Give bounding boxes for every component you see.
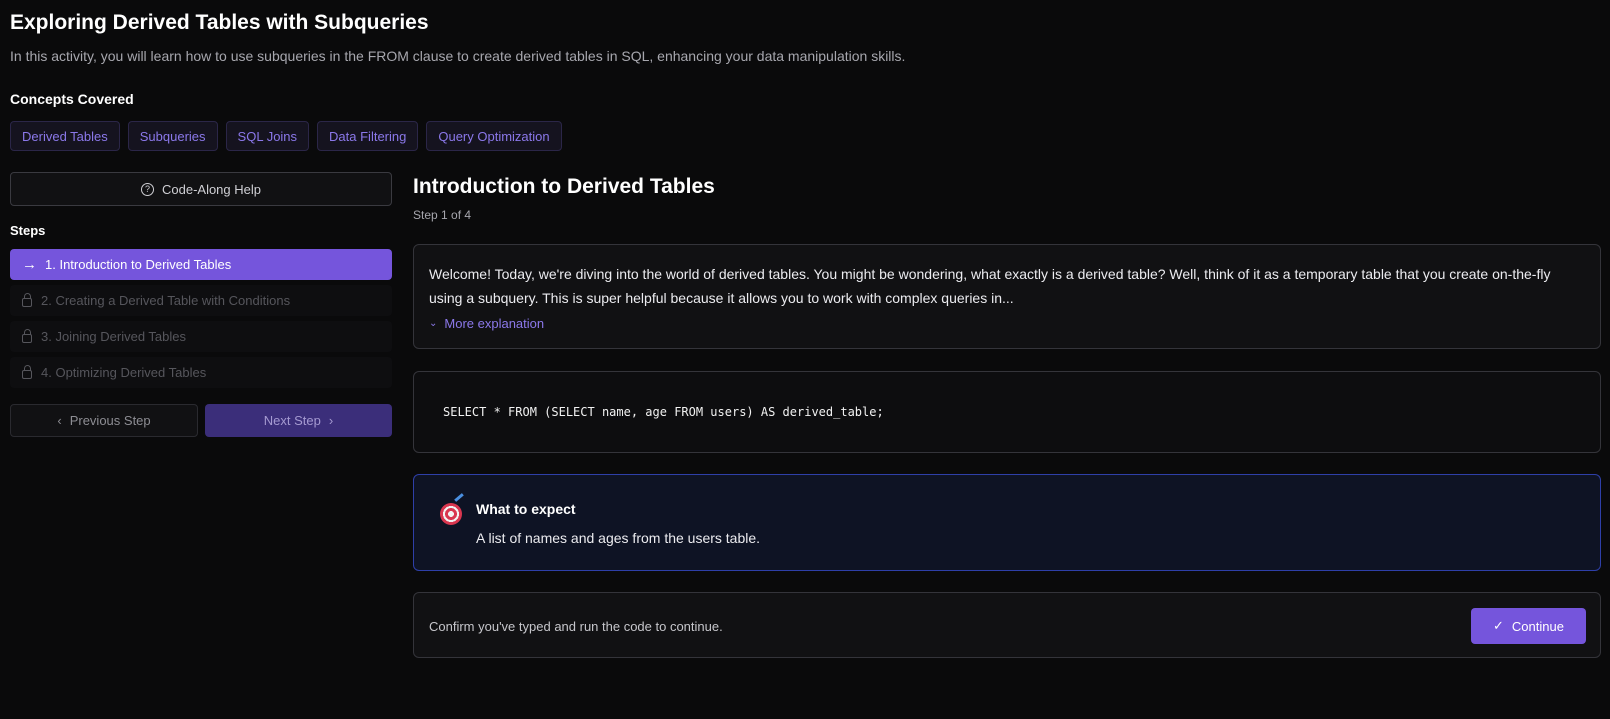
more-explanation-label: More explanation bbox=[444, 316, 545, 331]
expectation-text: A list of names and ages from the users … bbox=[476, 530, 761, 546]
concept-chip[interactable]: SQL Joins bbox=[225, 121, 310, 151]
page-title: Exploring Derived Tables with Subqueries bbox=[10, 11, 429, 34]
help-button-label: Code-Along Help bbox=[161, 181, 261, 197]
concept-chip[interactable]: Data Filtering bbox=[317, 121, 419, 151]
more-explanation-toggle[interactable]: ⌄ More explanation bbox=[429, 316, 1585, 331]
step-item-2: 2. Creating a Derived Table with Conditi… bbox=[10, 285, 392, 316]
chevron-down-icon: ⌄ bbox=[429, 318, 438, 329]
next-step-label: Next Step bbox=[263, 413, 321, 428]
expectation-card: What to expect A list of names and ages … bbox=[413, 474, 1601, 571]
code-along-help-button[interactable]: ? Code-Along Help bbox=[10, 172, 392, 206]
step-label: 1. Introduction to Derived Tables bbox=[45, 257, 232, 272]
step-label: 4. Optimizing Derived Tables bbox=[41, 365, 207, 380]
confirm-card: Confirm you've typed and run the code to… bbox=[413, 592, 1601, 658]
step-label: 2. Creating a Derived Table with Conditi… bbox=[41, 293, 291, 308]
concept-chips: Derived Tables Subqueries SQL Joins Data… bbox=[10, 121, 562, 151]
step-counter: Step 1 of 4 bbox=[413, 208, 472, 222]
step-item-3: 3. Joining Derived Tables bbox=[10, 321, 392, 352]
concept-chip[interactable]: Query Optimization bbox=[426, 121, 562, 151]
expectation-title: What to expect bbox=[476, 501, 576, 517]
concept-chip[interactable]: Subqueries bbox=[127, 121, 218, 151]
arrow-right-icon: → bbox=[22, 256, 37, 273]
previous-step-label: Previous Step bbox=[69, 413, 151, 428]
dart-icon bbox=[454, 493, 464, 502]
continue-button[interactable]: ✓ Continue bbox=[1471, 608, 1586, 644]
step-item-4: 4. Optimizing Derived Tables bbox=[10, 357, 392, 388]
page: Exploring Derived Tables with Subqueries… bbox=[0, 0, 1610, 719]
step-title: Introduction to Derived Tables bbox=[413, 175, 715, 198]
chevron-left-icon: ‹ bbox=[57, 413, 62, 428]
lock-icon bbox=[22, 365, 32, 379]
step-label: 3. Joining Derived Tables bbox=[41, 329, 187, 344]
previous-step-button[interactable]: ‹ Previous Step bbox=[10, 404, 198, 437]
next-step-button[interactable]: Next Step › bbox=[205, 404, 392, 437]
concept-chip[interactable]: Derived Tables bbox=[10, 121, 120, 151]
step-item-1[interactable]: → 1. Introduction to Derived Tables bbox=[10, 249, 392, 280]
steps-label: Steps bbox=[10, 223, 46, 238]
step-list: → 1. Introduction to Derived Tables 2. C… bbox=[10, 249, 392, 393]
target-icon bbox=[440, 503, 462, 525]
check-icon: ✓ bbox=[1493, 618, 1504, 633]
lock-icon bbox=[22, 329, 32, 343]
help-circle-icon: ? bbox=[140, 182, 154, 196]
page-description: In this activity, you will learn how to … bbox=[10, 48, 906, 64]
code-block: SELECT * FROM (SELECT name, age FROM use… bbox=[413, 371, 1601, 453]
explanation-text: Welcome! Today, we're diving into the wo… bbox=[429, 266, 1551, 306]
concepts-label: Concepts Covered bbox=[10, 91, 134, 107]
continue-label: Continue bbox=[1511, 618, 1564, 634]
lock-icon bbox=[22, 293, 32, 307]
confirm-text: Confirm you've typed and run the code to… bbox=[429, 619, 723, 634]
explanation-card: Welcome! Today, we're diving into the wo… bbox=[413, 244, 1601, 349]
chevron-right-icon: › bbox=[328, 413, 334, 428]
code-text: SELECT * FROM (SELECT name, age FROM use… bbox=[443, 405, 884, 419]
